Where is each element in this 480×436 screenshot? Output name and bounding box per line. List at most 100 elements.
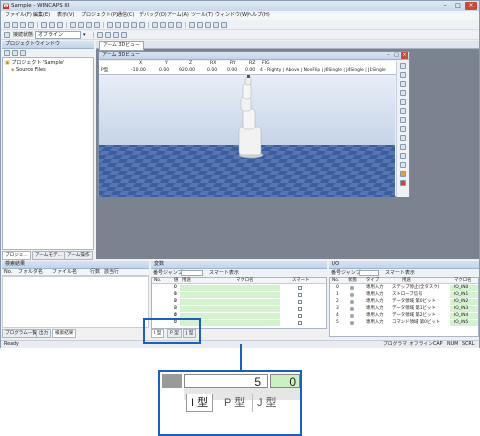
zoom-in-icon[interactable] xyxy=(400,63,406,69)
arm-3d-scene[interactable] xyxy=(99,75,395,197)
maximize-button[interactable]: □ xyxy=(452,2,464,10)
disconnect-icon[interactable] xyxy=(139,22,145,28)
layout-icon[interactable] xyxy=(400,162,406,168)
remove-file-icon[interactable] xyxy=(12,50,18,56)
cut-icon[interactable] xyxy=(41,22,47,28)
menu-edit[interactable]: 編集(E) xyxy=(33,12,50,19)
tab-arm-model[interactable]: アームモデ... xyxy=(32,251,65,260)
table-row[interactable]: 2 0 xyxy=(152,299,326,305)
transfer-icon[interactable] xyxy=(123,22,129,28)
view-side-icon[interactable] xyxy=(400,108,406,114)
workpiece-icon[interactable] xyxy=(400,153,406,159)
rotate-icon[interactable] xyxy=(400,81,406,87)
trace-icon[interactable] xyxy=(400,144,406,150)
menu-tools[interactable]: ツール(T) xyxy=(191,12,213,19)
search-results-list[interactable] xyxy=(2,276,149,328)
menu-debug[interactable]: デバッグ(D) xyxy=(139,12,167,19)
new-file-icon[interactable] xyxy=(4,22,10,28)
find-icon[interactable] xyxy=(86,22,92,28)
step-icon[interactable] xyxy=(168,22,174,28)
menu-communication[interactable]: 通信(C) xyxy=(117,12,134,19)
color-icon[interactable] xyxy=(400,171,406,177)
paste-icon[interactable] xyxy=(57,22,63,28)
io-jump-input[interactable] xyxy=(359,270,379,276)
save-all-icon[interactable] xyxy=(28,22,34,28)
close-button[interactable]: × xyxy=(465,2,477,10)
menu-help[interactable]: ヘルプ(H) xyxy=(247,12,270,19)
dropdown-arrow-icon[interactable]: ▾ xyxy=(83,31,86,39)
menu-file[interactable]: ファイル(F) xyxy=(5,12,32,19)
io-row-use: ストローブ信号 xyxy=(392,292,423,297)
camera-icon[interactable] xyxy=(400,126,406,132)
smart-checkbox[interactable] xyxy=(298,286,302,290)
variable-view-icon[interactable] xyxy=(197,22,203,28)
io-row-macro: IO_IN5 xyxy=(454,320,469,325)
tab-search-results[interactable]: 検索結果 xyxy=(52,329,77,338)
tab-output[interactable]: 出力 xyxy=(36,329,52,338)
table-row[interactable]: 1 専用入力 ストローブ信号 IO_IN1 xyxy=(330,292,478,298)
arm-view-icon[interactable] xyxy=(189,22,195,28)
tab-arm-view[interactable]: アーム 3Dビュー xyxy=(99,41,144,51)
breakpoint-icon[interactable] xyxy=(176,22,182,28)
table-row[interactable]: 0 0 xyxy=(152,285,326,291)
view-front-icon[interactable] xyxy=(400,99,406,105)
option-icon[interactable] xyxy=(213,22,219,28)
table-row[interactable]: 4 専用入力 データ領域 第2ビット IO_IN4 xyxy=(330,313,478,319)
tab-project[interactable]: プロジェ... xyxy=(2,251,31,260)
arm-view-maximize-button[interactable]: □ xyxy=(393,52,400,59)
pan-icon[interactable] xyxy=(400,90,406,96)
io-view-icon[interactable] xyxy=(205,22,211,28)
grid-toggle-icon[interactable] xyxy=(400,135,406,141)
table-row[interactable]: 3 0 xyxy=(152,306,326,312)
copy-icon[interactable] xyxy=(49,22,55,28)
stop-icon[interactable] xyxy=(160,22,166,28)
menu-view[interactable]: 表示(V) xyxy=(57,12,74,19)
table-row[interactable]: 0 専用入力 ステップ停止(全タスク) IO_IN0 xyxy=(330,285,478,291)
smart-checkbox[interactable] xyxy=(298,321,302,325)
table-row[interactable]: 3 専用入力 データ領域 第1ビット IO_IN3 xyxy=(330,306,478,312)
table-row[interactable]: 5 専用入力 コマンド領域 第0ビット IO_IN5 xyxy=(330,320,478,326)
add-file-icon[interactable] xyxy=(4,50,10,56)
connect-icon[interactable] xyxy=(131,22,137,28)
properties-icon[interactable] xyxy=(20,50,26,56)
run-icon[interactable] xyxy=(152,22,158,28)
arm-view-minimize-button[interactable]: – xyxy=(385,52,392,59)
table-row[interactable]: 1 0 xyxy=(152,292,326,298)
arm-view-close-button[interactable]: × xyxy=(401,52,408,59)
build-icon[interactable] xyxy=(107,22,113,28)
tab-arm-operation[interactable]: アーム操作 xyxy=(64,251,93,260)
redo-icon[interactable] xyxy=(78,22,84,28)
menu-bar: ファイル(F) 編集(E) 表示(V) プロジェクト(P) 通信(C) デバッグ… xyxy=(1,11,479,20)
smart-checkbox[interactable] xyxy=(298,300,302,304)
menu-window[interactable]: ウィンドウ(W) xyxy=(215,12,249,19)
tree-child-item[interactable]: ▪ Source Files xyxy=(11,67,46,73)
smart-checkbox[interactable] xyxy=(298,307,302,311)
smart-checkbox[interactable] xyxy=(298,293,302,297)
zoom-tab-p-type[interactable]: P 型 xyxy=(220,394,249,412)
menu-project[interactable]: プロジェクト(P) xyxy=(81,12,118,19)
smart-checkbox[interactable] xyxy=(298,314,302,318)
jump-input[interactable] xyxy=(181,270,203,276)
zoom-tab-j-type[interactable]: J 型 xyxy=(252,394,281,412)
teach-icon[interactable] xyxy=(121,32,127,38)
tab-program-list[interactable]: プログラム一覧 xyxy=(2,329,41,338)
table-row[interactable]: 2 専用入力 データ領域 第0ビット IO_IN2 xyxy=(330,299,478,305)
view-top-icon[interactable] xyxy=(400,117,406,123)
servo-icon[interactable] xyxy=(105,32,111,38)
io-toolbar: 番号ジャンプ スマート表示 xyxy=(329,269,479,277)
undo-icon[interactable] xyxy=(70,22,76,28)
zoom-out-icon[interactable] xyxy=(400,72,406,78)
connection-select[interactable]: オフライン xyxy=(35,31,81,39)
open-folder-icon[interactable] xyxy=(12,22,18,28)
zoom-tab-i-type[interactable]: I 型 xyxy=(186,394,214,412)
stop-view-icon[interactable] xyxy=(400,180,406,186)
minimize-button[interactable]: – xyxy=(439,2,451,10)
save-icon[interactable] xyxy=(20,22,26,28)
tree-root-item[interactable]: ▣ プロジェクト 'Sample' xyxy=(5,60,64,66)
replace-icon[interactable] xyxy=(94,22,100,28)
menu-arm[interactable]: アーム(A) xyxy=(167,12,189,19)
help-icon[interactable] xyxy=(221,22,227,28)
speed-icon[interactable] xyxy=(113,32,119,38)
motor-icon[interactable] xyxy=(97,32,103,38)
compile-icon[interactable] xyxy=(115,22,121,28)
